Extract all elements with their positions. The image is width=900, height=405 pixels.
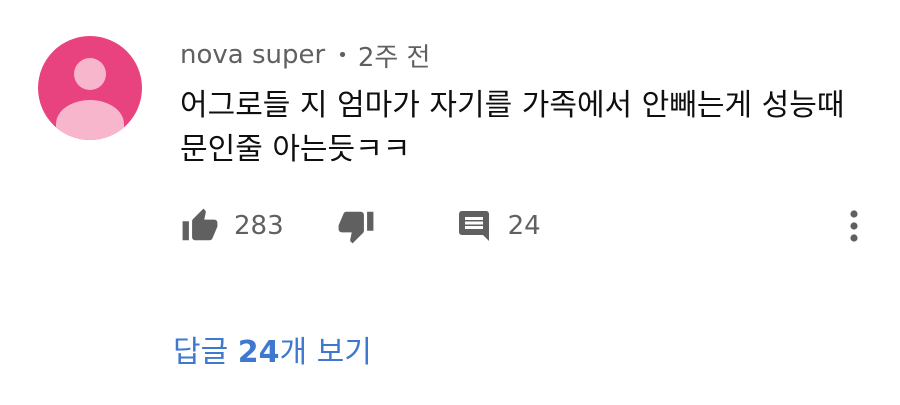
meta-separator: • (337, 44, 348, 66)
view-replies-link[interactable]: 답글 24개 보기 (173, 327, 372, 371)
thumbs-down-icon[interactable] (336, 206, 376, 246)
more-vert-icon[interactable] (838, 206, 870, 246)
comment-meta: nova super • 2주 전 (180, 38, 431, 73)
reply-group: 24 (454, 206, 541, 246)
like-group: 283 (180, 206, 284, 246)
view-replies-prefix: 답글 (173, 335, 238, 370)
author-name[interactable]: nova super (180, 40, 325, 70)
like-count: 283 (234, 211, 284, 241)
comment-text: 어그로들 지 엄마가 자기를 가족에서 안빼는게 성능때문인줄 아는듯ㅋㅋ (180, 88, 845, 167)
comment-icon[interactable] (454, 206, 494, 246)
view-replies-suffix: 개 보기 (279, 335, 372, 370)
avatar[interactable] (38, 36, 142, 140)
avatar-body-shape (56, 100, 124, 140)
dislike-group (336, 206, 376, 246)
reply-count: 24 (507, 211, 541, 241)
comment-actions: 283 24 (180, 206, 541, 246)
thumbs-up-icon[interactable] (180, 206, 220, 246)
view-replies-count: 24 (237, 335, 280, 370)
avatar-head-shape (74, 58, 106, 90)
comment-time: 2주 전 (357, 42, 431, 73)
